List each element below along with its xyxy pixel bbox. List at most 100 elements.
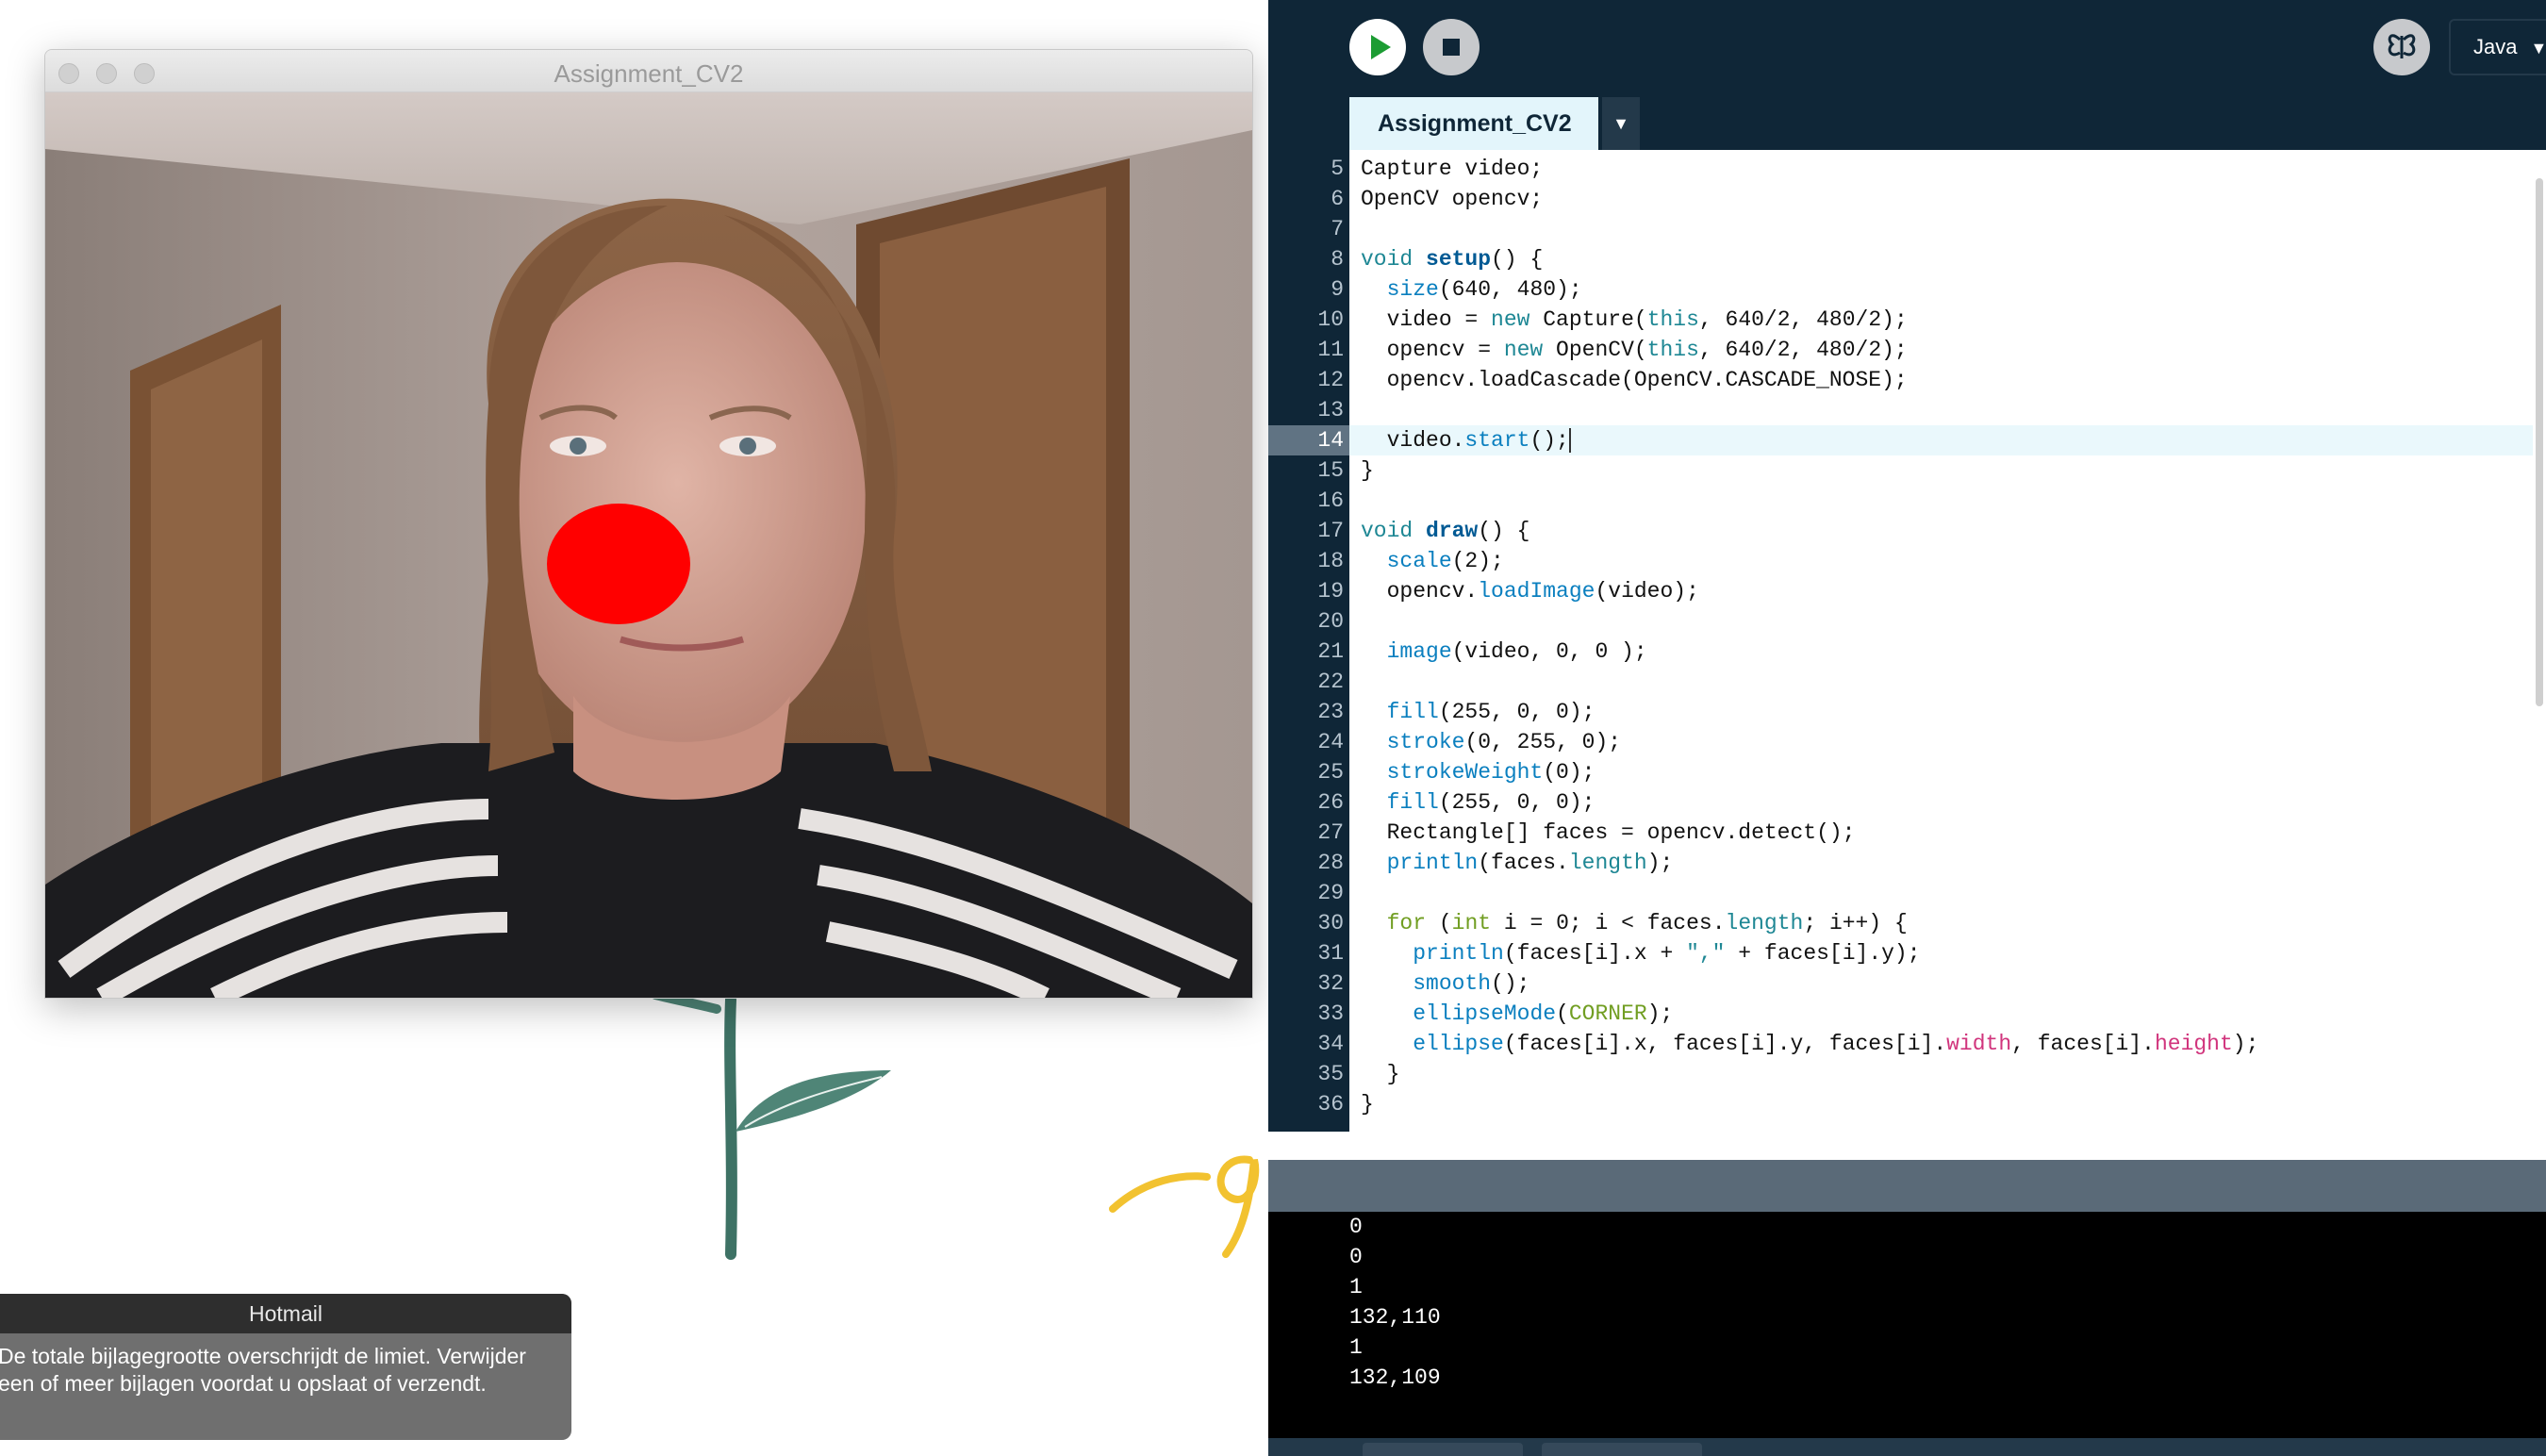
mode-selector[interactable]: Java ▼ [2449,19,2546,75]
line-number: 6 [1331,187,1344,211]
code-line: 19 opencv.loadImage(video); [1268,576,2546,606]
notification-message: De totale bijlagegrootte overschrijdt de… [0,1333,564,1398]
line-number: 35 [1317,1062,1344,1086]
line-number: 24 [1317,730,1344,754]
line-number: 34 [1317,1032,1344,1056]
code-line: 24 stroke(0, 255, 0); [1268,727,2546,757]
code-line: 35 } [1268,1059,2546,1089]
code-line: 27 Rectangle[] faces = opencv.detect(); [1268,818,2546,848]
line-number: 18 [1317,549,1344,573]
line-number: 21 [1317,639,1344,664]
line-number: 17 [1317,519,1344,543]
code-line: 30 for (int i = 0; i < faces.length; i++… [1268,908,2546,938]
line-text: opencv = new OpenCV(this, 640/2, 480/2); [1361,338,1908,362]
line-number: 15 [1317,458,1344,483]
line-number: 5 [1331,157,1344,181]
line-number: 16 [1317,488,1344,513]
code-line: 5 Capture video; [1268,154,2546,184]
text-caret [1568,427,1571,453]
line-text: opencv.loadCascade(OpenCV.CASCADE_NOSE); [1361,368,1908,392]
sketch-window: Assignment_CV2 [44,49,1253,999]
swirl-illustration [1109,1155,1260,1258]
desktop: Assignment_CV2 Hotmail De totale bijlage… [0,0,1268,1456]
tab-menu-button[interactable]: ▼ [1602,97,1640,150]
line-number: 11 [1317,338,1344,362]
line-text: println(faces.length); [1386,851,1674,875]
detected-nose-ellipse [547,504,690,624]
line-text: OpenCV opencv; [1361,187,1544,211]
code-line: 12 opencv.loadCascade(OpenCV.CASCADE_NOS… [1268,365,2546,395]
ide-toolbar: Java ▼ Assignment_CV2 ▼ [1268,0,2546,151]
console-line: 132,109 [1349,1365,1441,1390]
editor-scrollbar[interactable] [2533,150,2546,1132]
line-text: scale(2); [1386,549,1504,573]
line-number: 33 [1317,1001,1344,1026]
stop-button[interactable] [1423,19,1480,75]
console-line: 1 [1349,1275,1363,1299]
notification-message-line-2: een of meer bijlagen voordat u opslaat o… [0,1371,487,1396]
line-number: 9 [1331,277,1344,302]
line-number: 28 [1317,851,1344,875]
processing-ide: Java ▼ Assignment_CV2 ▼ 5 Capture video; 6… [1268,0,2546,1456]
console-output[interactable]: 0 0 1 132,110 1 132,109 [1268,1212,2546,1438]
line-text: size(640, 480); [1386,277,1582,302]
line-text: ellipseMode(CORNER); [1413,1001,1674,1026]
webcam-frame [45,92,1252,998]
line-text: Capture video; [1361,157,1544,181]
line-text: video.start(); [1361,427,1571,453]
line-text: fill(255, 0, 0); [1386,790,1595,815]
line-text: stroke(0, 255, 0); [1386,730,1622,754]
tab-assignment-cv2[interactable]: Assignment_CV2 [1349,97,1598,150]
line-text: image(video, 0, 0 ); [1386,639,1647,664]
line-text: Rectangle[] faces = opencv.detect(); [1361,820,1856,845]
code-line: 7 [1268,214,2546,244]
editor-scrollbar-thumb[interactable] [2536,178,2543,706]
sketch-window-titlebar[interactable]: Assignment_CV2 [45,50,1252,92]
code-line: 23 fill(255, 0, 0); [1268,697,2546,727]
line-number: 26 [1317,790,1344,815]
line-text: smooth(); [1413,971,1530,996]
line-number: 30 [1317,911,1344,935]
code-line: 6 OpenCV opencv; [1268,184,2546,214]
line-text: void setup() { [1361,247,1544,272]
code-line: 33 ellipseMode(CORNER); [1268,999,2546,1029]
butterfly-icon [2388,34,2416,58]
code-editor[interactable]: 5 Capture video; 6 OpenCV opencv; 7 8 void … [1268,150,2546,1132]
sketch-window-title: Assignment_CV2 [554,59,744,88]
notification-app-title: Hotmail [0,1294,571,1333]
line-number: 20 [1317,609,1344,634]
debugger-button[interactable] [2373,19,2430,75]
code-line: 36} [1268,1089,2546,1119]
console-footer [1268,1438,2546,1456]
line-text: println(faces[i].x + "," + faces[i].y); [1413,941,1921,966]
code-line: 25 strokeWeight(0); [1268,757,2546,787]
code-line: 34 ellipse(faces[i].x, faces[i].y, faces… [1268,1029,2546,1059]
code-line: 22 [1268,667,2546,697]
line-text: } [1361,1062,1400,1086]
line-text: fill(255, 0, 0); [1386,700,1595,724]
code-line: 21 image(video, 0, 0 ); [1268,637,2546,667]
line-number: 36 [1317,1092,1344,1117]
line-text: for (int i = 0; i < faces.length; i++) { [1386,911,1908,935]
mode-label: Java [2473,35,2518,58]
line-text: ellipse(faces[i].x, faces[i].y, faces[i]… [1413,1032,2259,1056]
run-button[interactable] [1349,19,1406,75]
line-text: void draw() { [1361,519,1530,543]
hotmail-notification[interactable]: Hotmail De totale bijlagegrootte oversch… [0,1294,571,1440]
stop-icon [1443,39,1460,56]
console-line: 132,110 [1349,1305,1441,1330]
code-line: 15} [1268,455,2546,486]
code-line: 17 void draw() { [1268,516,2546,546]
editor-console-divider[interactable] [1268,1132,2546,1160]
line-number: 32 [1317,971,1344,996]
line-number: 22 [1317,670,1344,694]
line-text: strokeWeight(0); [1386,760,1595,785]
code-line: 29 [1268,878,2546,908]
errors-tab[interactable] [1542,1443,1702,1456]
console-tab[interactable] [1363,1443,1523,1456]
line-number: 12 [1317,368,1344,392]
code-line: 8 void setup() { [1268,244,2546,274]
line-number: 14 [1268,425,1349,455]
console-header [1268,1160,2546,1212]
line-number: 13 [1317,398,1344,422]
